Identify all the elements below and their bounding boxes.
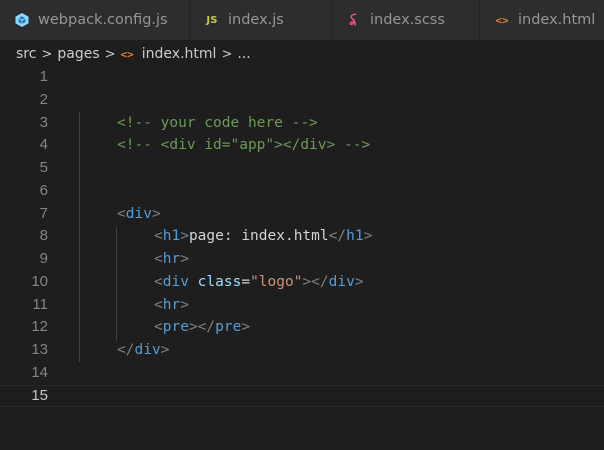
code-text: <pre></pre> [154,316,250,339]
code-text: <!-- <div id="app"></div> --> [117,134,370,157]
code-token: hr [162,296,181,313]
code-text: <div class="logo"></div> [154,271,364,294]
code-token: page: index.html [188,228,329,245]
code-line[interactable]: 5 [0,157,604,180]
code-token: > [180,251,189,267]
breadcrumb: src > pages > <> index.html > ... [0,40,604,68]
tab-webpack-config[interactable]: webpack.config.js [0,0,190,40]
chevron-right-icon: > [221,46,233,62]
code-line[interactable]: 7 <div> [0,203,604,226]
code-token: > [354,273,364,290]
code-text: </div> [117,339,169,362]
code-token: < [154,228,163,245]
tab-label: index.html [518,12,596,28]
code-token: div [125,205,152,222]
breadcrumb-item-symbols[interactable]: ... [237,46,250,62]
tab-index-js[interactable]: JS index.js [190,0,332,40]
code-token: pre [215,319,242,336]
line-number: 13 [31,341,48,358]
code-text: <hr> [154,294,189,317]
code-token: > [151,205,161,222]
tab-label: index.scss [370,12,445,28]
code-text: <h1>page: index.html</h1> [154,225,372,248]
sass-file-icon [346,12,362,28]
code-token: hr [162,251,181,267]
code-token: > [363,228,373,245]
code-text: <!-- your code here --> [117,112,318,135]
code-text: <hr> [154,248,189,271]
code-line[interactable]: 4 <!-- <div id="app"></div> --> [0,134,604,157]
chevron-right-icon: > [41,46,53,62]
tab-label: webpack.config.js [38,12,168,28]
code-line[interactable]: 3 <!-- your code here --> [0,112,604,135]
line-number: 10 [31,272,48,290]
code-line[interactable]: 14 [0,362,604,385]
line-number: 6 [39,181,48,199]
line-number: 7 [39,204,48,222]
editor-window: webpack.config.js JS index.js index.scss… [0,0,604,450]
code-token: < [154,273,163,290]
code-token: < [154,296,163,313]
code-line[interactable]: 13 </div> [0,339,604,362]
code-line[interactable]: 9 <hr> [0,248,604,271]
line-number: 15 [31,386,48,404]
code-token: < [117,205,126,222]
webpack-cube-icon [14,12,30,28]
line-number: 12 [31,318,48,336]
code-token: <!-- your code here --> [117,114,318,131]
code-line[interactable]: 10 <div class="logo"></div> [0,271,604,294]
code-token: <!-- <div id="app"></div> --> [117,137,371,154]
code-line[interactable]: 11 <hr> [0,294,604,317]
code-token: class [197,273,242,290]
code-token: </ [328,228,347,245]
code-line[interactable]: 8 <h1>page: index.html</h1> [0,225,604,248]
code-token: pre [162,319,189,336]
code-token: > [241,319,251,336]
line-number: 14 [31,363,48,381]
code-token: div [162,273,189,290]
code-line[interactable]: 15 [0,384,604,408]
code-token: = [241,273,251,290]
code-line[interactable]: 6 [0,180,604,203]
html-file-icon: <> [495,13,509,27]
line-number: 11 [32,295,48,313]
line-number: 3 [39,113,48,131]
code-token: ></ [188,319,216,336]
code-token: h1 [162,228,181,245]
line-number: 8 [39,227,48,245]
chevron-right-icon: > [104,46,116,62]
line-number: 4 [39,136,48,154]
code-line[interactable]: 1 [0,66,604,89]
line-number: 5 [39,159,48,176]
code-token: "logo" [250,273,303,290]
tab-bar: webpack.config.js JS index.js index.scss… [0,0,604,40]
code-token: </ [117,342,135,358]
code-token: > [180,228,189,245]
code-token: ></ [302,273,329,290]
breadcrumb-item-pages[interactable]: pages [57,46,99,62]
code-text: <div> [117,203,161,226]
code-line[interactable]: 2 [0,89,604,112]
breadcrumb-item-file[interactable]: index.html [142,46,217,62]
code-line[interactable]: 12 <pre></pre> [0,316,604,339]
code-token: h1 [346,228,364,245]
html-file-icon: <> [120,47,134,61]
line-number: 9 [39,250,48,267]
line-number: 2 [39,90,48,108]
code-token: > [180,296,189,313]
code-token: div [328,273,355,290]
code-token: div [134,342,161,358]
code-token: < [154,319,163,336]
js-file-icon: JS [206,14,218,26]
tab-index-html[interactable]: <> index.html [480,0,604,40]
line-number: 1 [39,68,48,85]
breadcrumb-item-src[interactable]: src [16,46,36,62]
code-token: < [154,251,163,267]
tab-label: index.js [228,12,284,28]
code-editor[interactable]: 1 2 3 <!-- your code here --> 4 <!-- <div id=… [0,66,604,450]
code-token: > [160,342,170,358]
tab-index-scss[interactable]: index.scss [332,0,480,40]
